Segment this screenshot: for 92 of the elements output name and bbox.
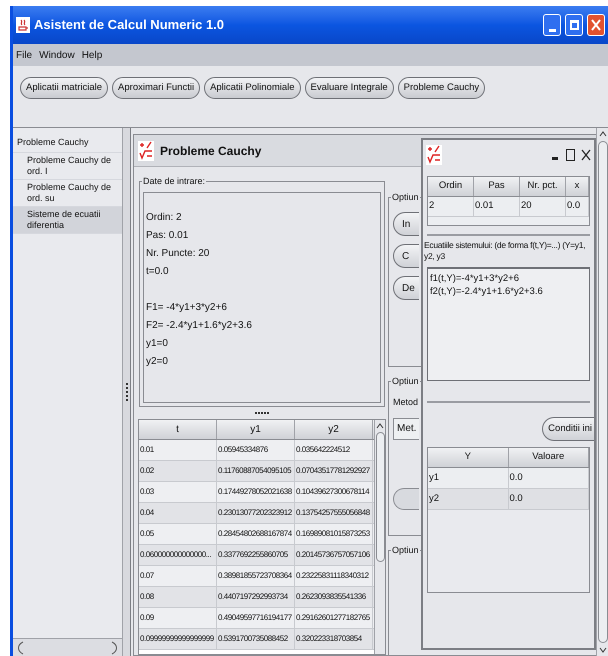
method-label: Metod <box>393 396 420 409</box>
table-cell: 0.29162601277182765 <box>295 608 373 628</box>
scroll-up-icon[interactable] <box>376 423 384 429</box>
equations-label: Ecuatiile sistemului: (de forma f(t,Y)=...) (Y=y1, y2, y3 <box>423 240 586 262</box>
table-cell: 0.09 <box>139 608 217 628</box>
close-icon[interactable] <box>581 149 591 161</box>
table-cell: 0.49049597716194177 <box>217 608 295 628</box>
java-cup-icon <box>16 17 30 33</box>
scroll-down-icon[interactable] <box>598 647 606 653</box>
group-legend: Date de intrare: <box>142 175 206 187</box>
table-cell: 0.03 <box>139 482 217 502</box>
window-title: Asistent de Calcul Numeric 1.0 <box>34 16 226 34</box>
column-header[interactable]: Nr. pct. <box>520 177 566 196</box>
table-cell: 0.060000000000000... <box>139 545 217 565</box>
column-header[interactable]: t <box>139 420 217 439</box>
method-tab[interactable]: Met. <box>393 418 419 440</box>
scroll-thumb[interactable] <box>376 432 384 562</box>
scroll-up-icon[interactable] <box>598 131 606 137</box>
table-cell: 0.01 <box>139 440 217 460</box>
action-button[interactable]: C <box>393 244 419 268</box>
table-cell: 0.3377692255860705 <box>217 545 295 565</box>
table-cell: y2 <box>428 489 508 509</box>
table-cell: 20 <box>520 197 566 216</box>
table-cell: 0.4407197292993734 <box>217 587 295 607</box>
toolbar-button[interactable]: Probleme Cauchy <box>398 77 486 99</box>
math-symbols-icon <box>138 140 154 160</box>
close-button[interactable] <box>587 14 605 36</box>
table-cell: 0.2623093835541336 <box>295 587 373 607</box>
toolbar-button[interactable]: Aproximari Functii <box>112 77 200 99</box>
table-cell: 0.28454802688167874 <box>217 524 295 544</box>
column-header[interactable]: y2 <box>295 420 373 439</box>
tree-item[interactable]: Probleme Cauchy de ord. I <box>13 153 122 180</box>
table-cell: 0.07043517781292927 <box>295 461 373 481</box>
table-cell: 0.02 <box>139 461 217 481</box>
table-cell: 0.23225831118340312 <box>295 566 373 586</box>
table-cell: 0.0 <box>508 489 589 509</box>
scroll-right-icon[interactable] <box>110 640 120 654</box>
table-cell: 0.08 <box>139 587 217 607</box>
table-cell: 0.10439627300678114 <box>295 482 373 502</box>
action-button[interactable]: De <box>393 276 419 300</box>
action-button[interactable] <box>393 488 419 510</box>
table-cell: 0.11760887054095105 <box>217 461 295 481</box>
math-symbols-icon <box>426 145 442 165</box>
menu-item[interactable]: Window <box>39 48 75 62</box>
table-cell: 0.23013077202323912 <box>217 503 295 523</box>
column-header[interactable]: Ordin <box>428 177 474 196</box>
tree-item[interactable]: Sisteme de ecuatii diferentia <box>13 207 122 234</box>
toolbar-button[interactable]: Evaluare Integrale <box>304 77 394 99</box>
split-handle[interactable] <box>123 128 131 656</box>
vertical-scrollbar[interactable] <box>374 420 385 654</box>
action-button[interactable]: In <box>393 212 419 236</box>
toolbar-button[interactable]: Aplicatii matriciale <box>20 77 108 99</box>
frame-title: Probleme Cauchy <box>160 142 262 160</box>
column-header[interactable]: Valoare <box>508 448 589 467</box>
table-cell: 0.035642224512 <box>295 440 373 460</box>
conditions-button[interactable]: Conditii ini <box>542 417 594 441</box>
table-cell: 0.16989081015873253 <box>295 524 373 544</box>
table-cell: 0.07 <box>139 566 217 586</box>
column-header[interactable]: Pas <box>474 177 520 196</box>
table-cell: 0.04 <box>139 503 217 523</box>
group-legend: Optiun <box>391 375 420 387</box>
menu-item[interactable]: File <box>16 48 32 62</box>
table-cell: 0.0 <box>566 197 589 216</box>
table-cell: 2 <box>428 197 474 216</box>
column-header[interactable]: x <box>566 177 589 196</box>
table-cell: 0.0 <box>508 468 589 488</box>
table-cell: 0.13754257555056848 <box>295 503 373 523</box>
column-header[interactable]: y1 <box>217 420 295 439</box>
table-cell: 0.320223318703854 <box>295 629 373 649</box>
table-cell: 0.05945334876 <box>217 440 295 460</box>
column-header[interactable]: Y <box>428 448 508 467</box>
table-cell: 0.01 <box>474 197 520 216</box>
scroll-thumb[interactable] <box>598 141 608 643</box>
table-cell: 0.5391700735088452 <box>217 629 295 649</box>
group-legend: Optiun <box>391 544 420 556</box>
table-cell: y1 <box>428 468 508 488</box>
close-icon <box>591 19 601 31</box>
table-cell: 0.38981855723708364 <box>217 566 295 586</box>
toolbar-button[interactable]: Aplicatii Polinomiale <box>204 77 301 99</box>
vertical-scrollbar[interactable] <box>596 128 608 656</box>
maximize-button[interactable] <box>566 149 575 161</box>
equations-text-area[interactable]: f1(t,Y)=-4*y1+3*y2+6 f2(t,Y)=-2.4*y1+1.6*y2+3.6 <box>427 267 590 381</box>
horizontal-scrollbar[interactable] <box>13 638 122 656</box>
tree-item[interactable]: Probleme Cauchy <box>13 132 122 153</box>
table-cell: 0.05 <box>139 524 217 544</box>
scroll-left-icon[interactable] <box>15 640 25 654</box>
menu-item[interactable]: Help <box>82 48 102 62</box>
table-cell: 0.20145736757057106 <box>295 545 373 565</box>
table-cell: 0.17449278052021638 <box>217 482 295 502</box>
input-text-area[interactable]: Ordin: 2 Pas: 0.01 Nr. Puncte: 20 t=0.0 F1= -4*y1+3*y2+6 F2= -2.4*y1+1.6*y2+3.6 y1=0 y2=0 <box>143 192 381 403</box>
group-legend: Optiun <box>391 191 420 203</box>
table-cell: 0.09999999999999999 <box>139 629 217 649</box>
